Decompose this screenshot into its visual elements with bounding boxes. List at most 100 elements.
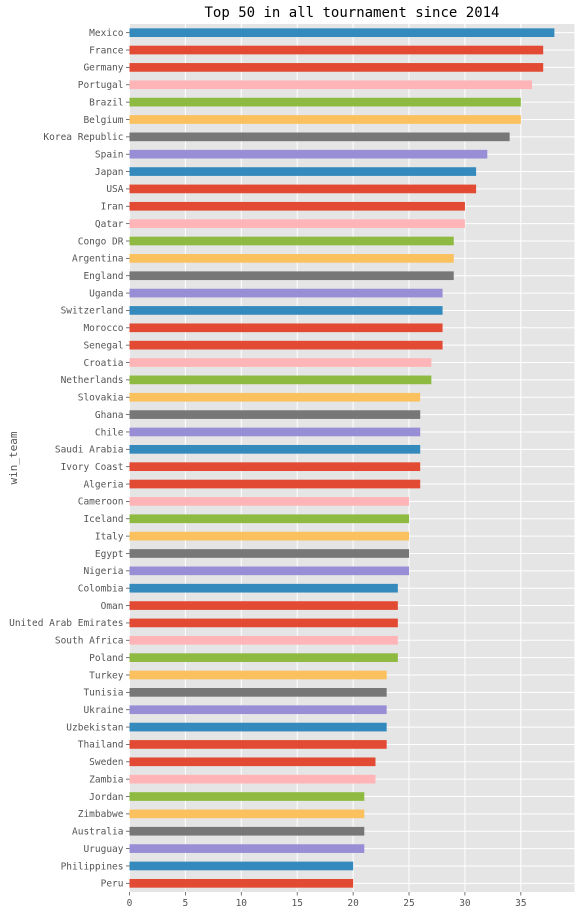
y-tick-label: Oman: [101, 601, 124, 612]
bar-france: [129, 45, 544, 55]
bar-nigeria: [129, 566, 410, 576]
y-tick-label: Morocco: [83, 323, 123, 334]
bar-zimbabwe: [129, 809, 365, 819]
bar-jordan: [129, 792, 365, 801]
y-tick-label: Australia: [72, 827, 123, 838]
y-tick-label: Germany: [83, 63, 123, 74]
y-tick-label: Mexico: [89, 28, 124, 39]
bar-sweden: [129, 757, 376, 767]
bar-peru: [129, 878, 354, 888]
bar-korea-republic: [129, 132, 510, 142]
bar-oman: [129, 601, 398, 610]
y-tick-label: Italy: [95, 531, 124, 542]
y-tick-label: Spain: [95, 150, 124, 161]
bar-germany: [129, 63, 544, 72]
x-tick-label: 20: [347, 898, 359, 909]
y-tick-label: Chile: [95, 427, 124, 438]
bar-spain: [129, 149, 488, 159]
y-tick-label: Thailand: [78, 740, 124, 751]
y-tick-label: Uruguay: [83, 844, 123, 855]
y-tick-label: Algeria: [83, 479, 123, 490]
bar-switzerland: [129, 306, 443, 315]
bar-colombia: [129, 583, 398, 593]
y-tick-label: South Africa: [55, 636, 124, 647]
y-tick-label: Zambia: [89, 774, 123, 785]
y-tick-label: Korea Republic: [43, 132, 123, 143]
y-tick-label: Argentina: [72, 254, 123, 265]
y-tick-label: Cameroon: [78, 497, 124, 508]
bar-cameroon: [129, 497, 410, 506]
y-axis-ticks: Mexico France Germany Portugal Brazil Belgium…: [9, 28, 130, 890]
y-tick-label: Netherlands: [61, 375, 124, 386]
y-tick-label: Japan: [95, 167, 124, 178]
bar-saudi-arabia: [129, 444, 421, 454]
bar-morocco: [129, 323, 443, 333]
bar-uzbekistan: [129, 722, 387, 732]
bar-ghana: [129, 410, 421, 419]
bar-congo-dr: [129, 236, 454, 246]
bar-italy: [129, 531, 410, 541]
x-tick-label: 30: [459, 898, 471, 909]
y-tick-label: France: [89, 45, 124, 56]
y-tick-label: Zimbabwe: [78, 809, 124, 820]
bar-thailand: [129, 740, 387, 749]
bar-belgium: [129, 115, 521, 124]
bar-england: [129, 271, 454, 281]
bar-usa: [129, 184, 477, 194]
bar-zambia: [129, 774, 376, 784]
bar-united-arab-emirates: [129, 618, 398, 628]
y-tick-label: Egypt: [95, 549, 124, 560]
y-tick-label: Portugal: [78, 80, 124, 91]
bar-uganda: [129, 288, 443, 298]
y-tick-label: United Arab Emirates: [9, 618, 123, 629]
bar-mexico: [129, 28, 555, 38]
bar-japan: [129, 167, 477, 176]
x-tick-label: 5: [183, 898, 189, 909]
y-tick-label: Tunisia: [83, 688, 123, 699]
bar-brazil: [129, 97, 521, 107]
y-tick-label: Nigeria: [83, 566, 123, 577]
y-axis-label: win_team: [7, 431, 20, 484]
y-tick-label: Uganda: [89, 288, 123, 299]
y-tick-label: Ukraine: [83, 705, 123, 716]
y-tick-label: Iran: [101, 202, 124, 213]
x-tick-label: 35: [515, 898, 526, 909]
y-tick-label: Ivory Coast: [61, 462, 124, 473]
bar-egypt: [129, 549, 410, 558]
y-tick-label: Iceland: [83, 514, 123, 525]
y-tick-label: Jordan: [89, 792, 123, 803]
y-tick-label: Colombia: [78, 584, 124, 595]
y-tick-label: Uzbekistan: [66, 722, 123, 733]
y-tick-label: Poland: [89, 653, 123, 664]
bar-chart: Top 50 in all tournament since 2014 Mexi…: [7, 5, 575, 909]
x-tick-label: 10: [236, 898, 248, 909]
y-tick-label: Philippines: [61, 861, 124, 872]
bar-ukraine: [129, 705, 387, 715]
x-tick-label: 25: [403, 898, 414, 909]
bar-tunisia: [129, 688, 387, 697]
bar-portugal: [129, 80, 533, 90]
bar-south-africa: [129, 635, 398, 645]
y-tick-label: Brazil: [89, 97, 123, 108]
bar-qatar: [129, 219, 465, 228]
chart-title: Top 50 in all tournament since 2014: [204, 5, 499, 21]
y-tick-label: Senegal: [83, 340, 123, 351]
bar-uruguay: [129, 844, 365, 853]
bar-iceland: [129, 514, 410, 524]
bar-iran: [129, 201, 465, 211]
bar-croatia: [129, 358, 432, 367]
y-tick-label: Sweden: [89, 757, 123, 768]
y-tick-label: Ghana: [95, 410, 124, 421]
y-tick-label: Switzerland: [61, 306, 124, 317]
bar-netherlands: [129, 375, 432, 385]
y-tick-label: Croatia: [83, 358, 123, 369]
bar-australia: [129, 826, 365, 836]
bar-senegal: [129, 340, 443, 350]
y-tick-label: England: [83, 271, 123, 282]
bar-poland: [129, 653, 398, 662]
bar-argentina: [129, 254, 454, 263]
bar-philippines: [129, 861, 354, 871]
y-tick-label: Congo DR: [78, 236, 124, 247]
y-tick-label: USA: [106, 184, 123, 195]
bar-algeria: [129, 479, 421, 489]
